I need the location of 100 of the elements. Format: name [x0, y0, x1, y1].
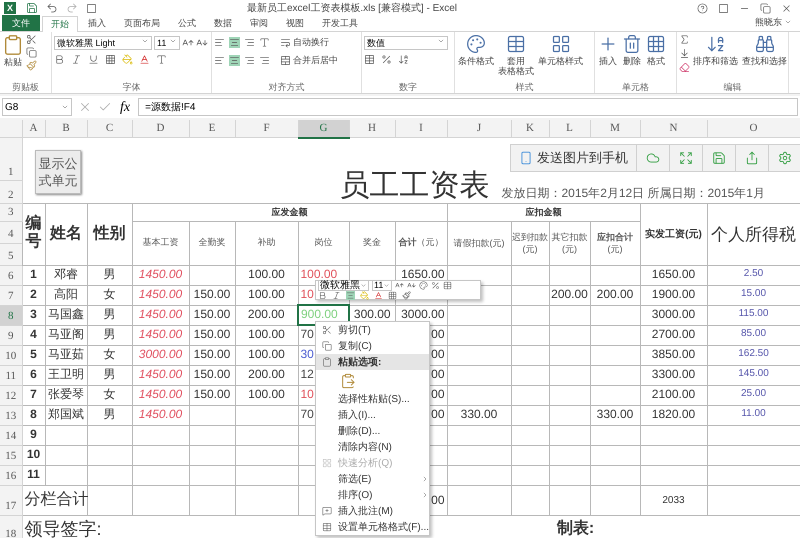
find-select-button[interactable]: 查找和选择	[741, 34, 788, 66]
column-header[interactable]: F	[235, 120, 298, 138]
column-header[interactable]: N	[640, 120, 707, 138]
menu-item[interactable]: 删除(D)...	[316, 423, 429, 439]
column-header[interactable]: I	[395, 120, 447, 138]
column-header[interactable]: G	[298, 120, 349, 138]
delete-cells-button[interactable]: 删除	[621, 34, 643, 66]
row-header[interactable]: 1	[0, 138, 22, 180]
align-left-icon[interactable]	[214, 54, 225, 66]
help-icon[interactable]	[697, 2, 708, 14]
align-middle-icon[interactable]	[229, 37, 240, 48]
font-name-field[interactable]: 微软雅黑 Light	[54, 36, 152, 50]
align-bottom-icon[interactable]	[244, 37, 255, 48]
shrink-font-icon[interactable]	[407, 281, 416, 290]
ribbon-tab[interactable]: 数据	[206, 15, 240, 31]
undo-icon[interactable]	[46, 2, 58, 14]
row-header[interactable]: 17	[0, 485, 22, 515]
align-top-icon[interactable]	[214, 37, 225, 48]
save-icon[interactable]	[712, 151, 726, 165]
cloud-icon[interactable]	[646, 151, 660, 165]
name-box[interactable]: G8	[2, 98, 72, 116]
row-header[interactable]: 2	[0, 180, 22, 204]
ribbon-tab[interactable]: 开发工具	[314, 15, 366, 31]
row-header[interactable]: 6	[0, 265, 22, 285]
percent-icon[interactable]	[431, 281, 440, 290]
row-header[interactable]: 8	[0, 305, 22, 325]
column-header[interactable]: A	[22, 120, 45, 138]
font-size-field[interactable]: 11	[154, 36, 180, 50]
menu-item[interactable]: 设置单元格格式(F)...	[316, 519, 429, 535]
table-icon[interactable]	[443, 281, 452, 290]
column-header[interactable]: D	[132, 120, 189, 138]
ribbon-tab[interactable]: 文件	[2, 15, 40, 31]
insert-cells-button[interactable]: 插入	[597, 34, 619, 66]
ribbon-tab[interactable]: 审阅	[242, 15, 276, 31]
eraser-icon[interactable]	[679, 62, 690, 73]
border-icon[interactable]	[388, 291, 397, 300]
column-header[interactable]: J	[447, 120, 511, 138]
border-icon[interactable]	[105, 54, 116, 65]
format-cells-button[interactable]: 格式	[645, 34, 667, 66]
row-header[interactable]: 13	[0, 405, 22, 425]
font-name-field[interactable]: 微软雅黑	[318, 280, 369, 291]
ribbon-tab[interactable]: 开始	[42, 16, 78, 32]
row-header[interactable]: 5	[0, 243, 22, 265]
row-header[interactable]: 9	[0, 325, 22, 345]
row-header[interactable]: 3	[0, 204, 22, 221]
user-name[interactable]: 熊晓东	[755, 16, 782, 29]
bold-icon[interactable]	[54, 54, 65, 65]
row-header[interactable]: 18	[0, 515, 22, 538]
menu-item[interactable]: 筛选(E)	[316, 471, 429, 487]
style-button[interactable]: 套用 表格格式	[497, 34, 535, 76]
row-header[interactable]: 15	[0, 445, 22, 465]
show-formula-button[interactable]: 显示公式单元	[35, 150, 81, 194]
number-format-field[interactable]: 数值	[364, 36, 448, 50]
format-painter-icon[interactable]	[26, 60, 37, 71]
ribbon-tab[interactable]: 页面布局	[116, 15, 168, 31]
column-header[interactable]: B	[45, 120, 87, 138]
italic-icon[interactable]	[71, 54, 82, 65]
font-size-field[interactable]: 11	[372, 280, 392, 291]
style-button[interactable]: 条件格式	[457, 34, 495, 66]
style-button[interactable]: 单元格样式	[537, 34, 584, 66]
insert-function-button[interactable]: fx	[118, 96, 132, 118]
grow-font-icon[interactable]	[395, 281, 404, 290]
save-icon[interactable]	[26, 2, 38, 14]
settings-icon[interactable]	[778, 151, 792, 165]
align-center-icon[interactable]	[229, 54, 240, 66]
column-header[interactable]: H	[349, 120, 395, 138]
column-header[interactable]: L	[549, 120, 590, 138]
style-icon[interactable]	[419, 281, 428, 290]
column-header[interactable]: O	[707, 120, 800, 138]
row-header[interactable]: 11	[0, 365, 22, 385]
row-header[interactable]: 7	[0, 285, 22, 305]
fill-color-icon[interactable]	[360, 291, 369, 300]
form-icon[interactable]	[86, 2, 97, 14]
cut-icon[interactable]	[26, 34, 37, 45]
font-color-icon[interactable]	[374, 291, 383, 300]
column-header[interactable]: M	[590, 120, 640, 138]
sum-icon[interactable]	[679, 34, 690, 45]
row-header[interactable]: 16	[0, 465, 22, 485]
expand-icon[interactable]	[679, 151, 693, 165]
row-header[interactable]: 10	[0, 345, 22, 365]
fill-icon[interactable]	[679, 48, 690, 59]
close-icon[interactable]	[781, 2, 792, 14]
row-header[interactable]: 4	[0, 221, 22, 243]
share-icon[interactable]	[745, 151, 759, 165]
send-to-phone-button[interactable]: 发送图片到手机	[511, 145, 637, 171]
paste-button[interactable]: 粘贴	[2, 34, 24, 70]
paste-icon[interactable]	[340, 372, 356, 388]
row-header[interactable]: 14	[0, 425, 22, 445]
column-header[interactable]: C	[87, 120, 132, 138]
ribbon-tab[interactable]: 插入	[80, 15, 114, 31]
column-header[interactable]: K	[511, 120, 549, 138]
format-painter-icon[interactable]	[402, 291, 411, 300]
fill-color-icon[interactable]	[122, 54, 133, 65]
align-right-icon[interactable]	[244, 54, 255, 66]
merge-center-button[interactable]: 合并后居中	[280, 54, 338, 67]
formula-input[interactable]: =源数据!F4	[138, 98, 798, 116]
bold-icon[interactable]	[318, 291, 327, 300]
indent-icon[interactable]	[259, 54, 270, 66]
percent-icon[interactable]	[381, 54, 392, 65]
ribbon-tab[interactable]: 公式	[170, 15, 204, 31]
